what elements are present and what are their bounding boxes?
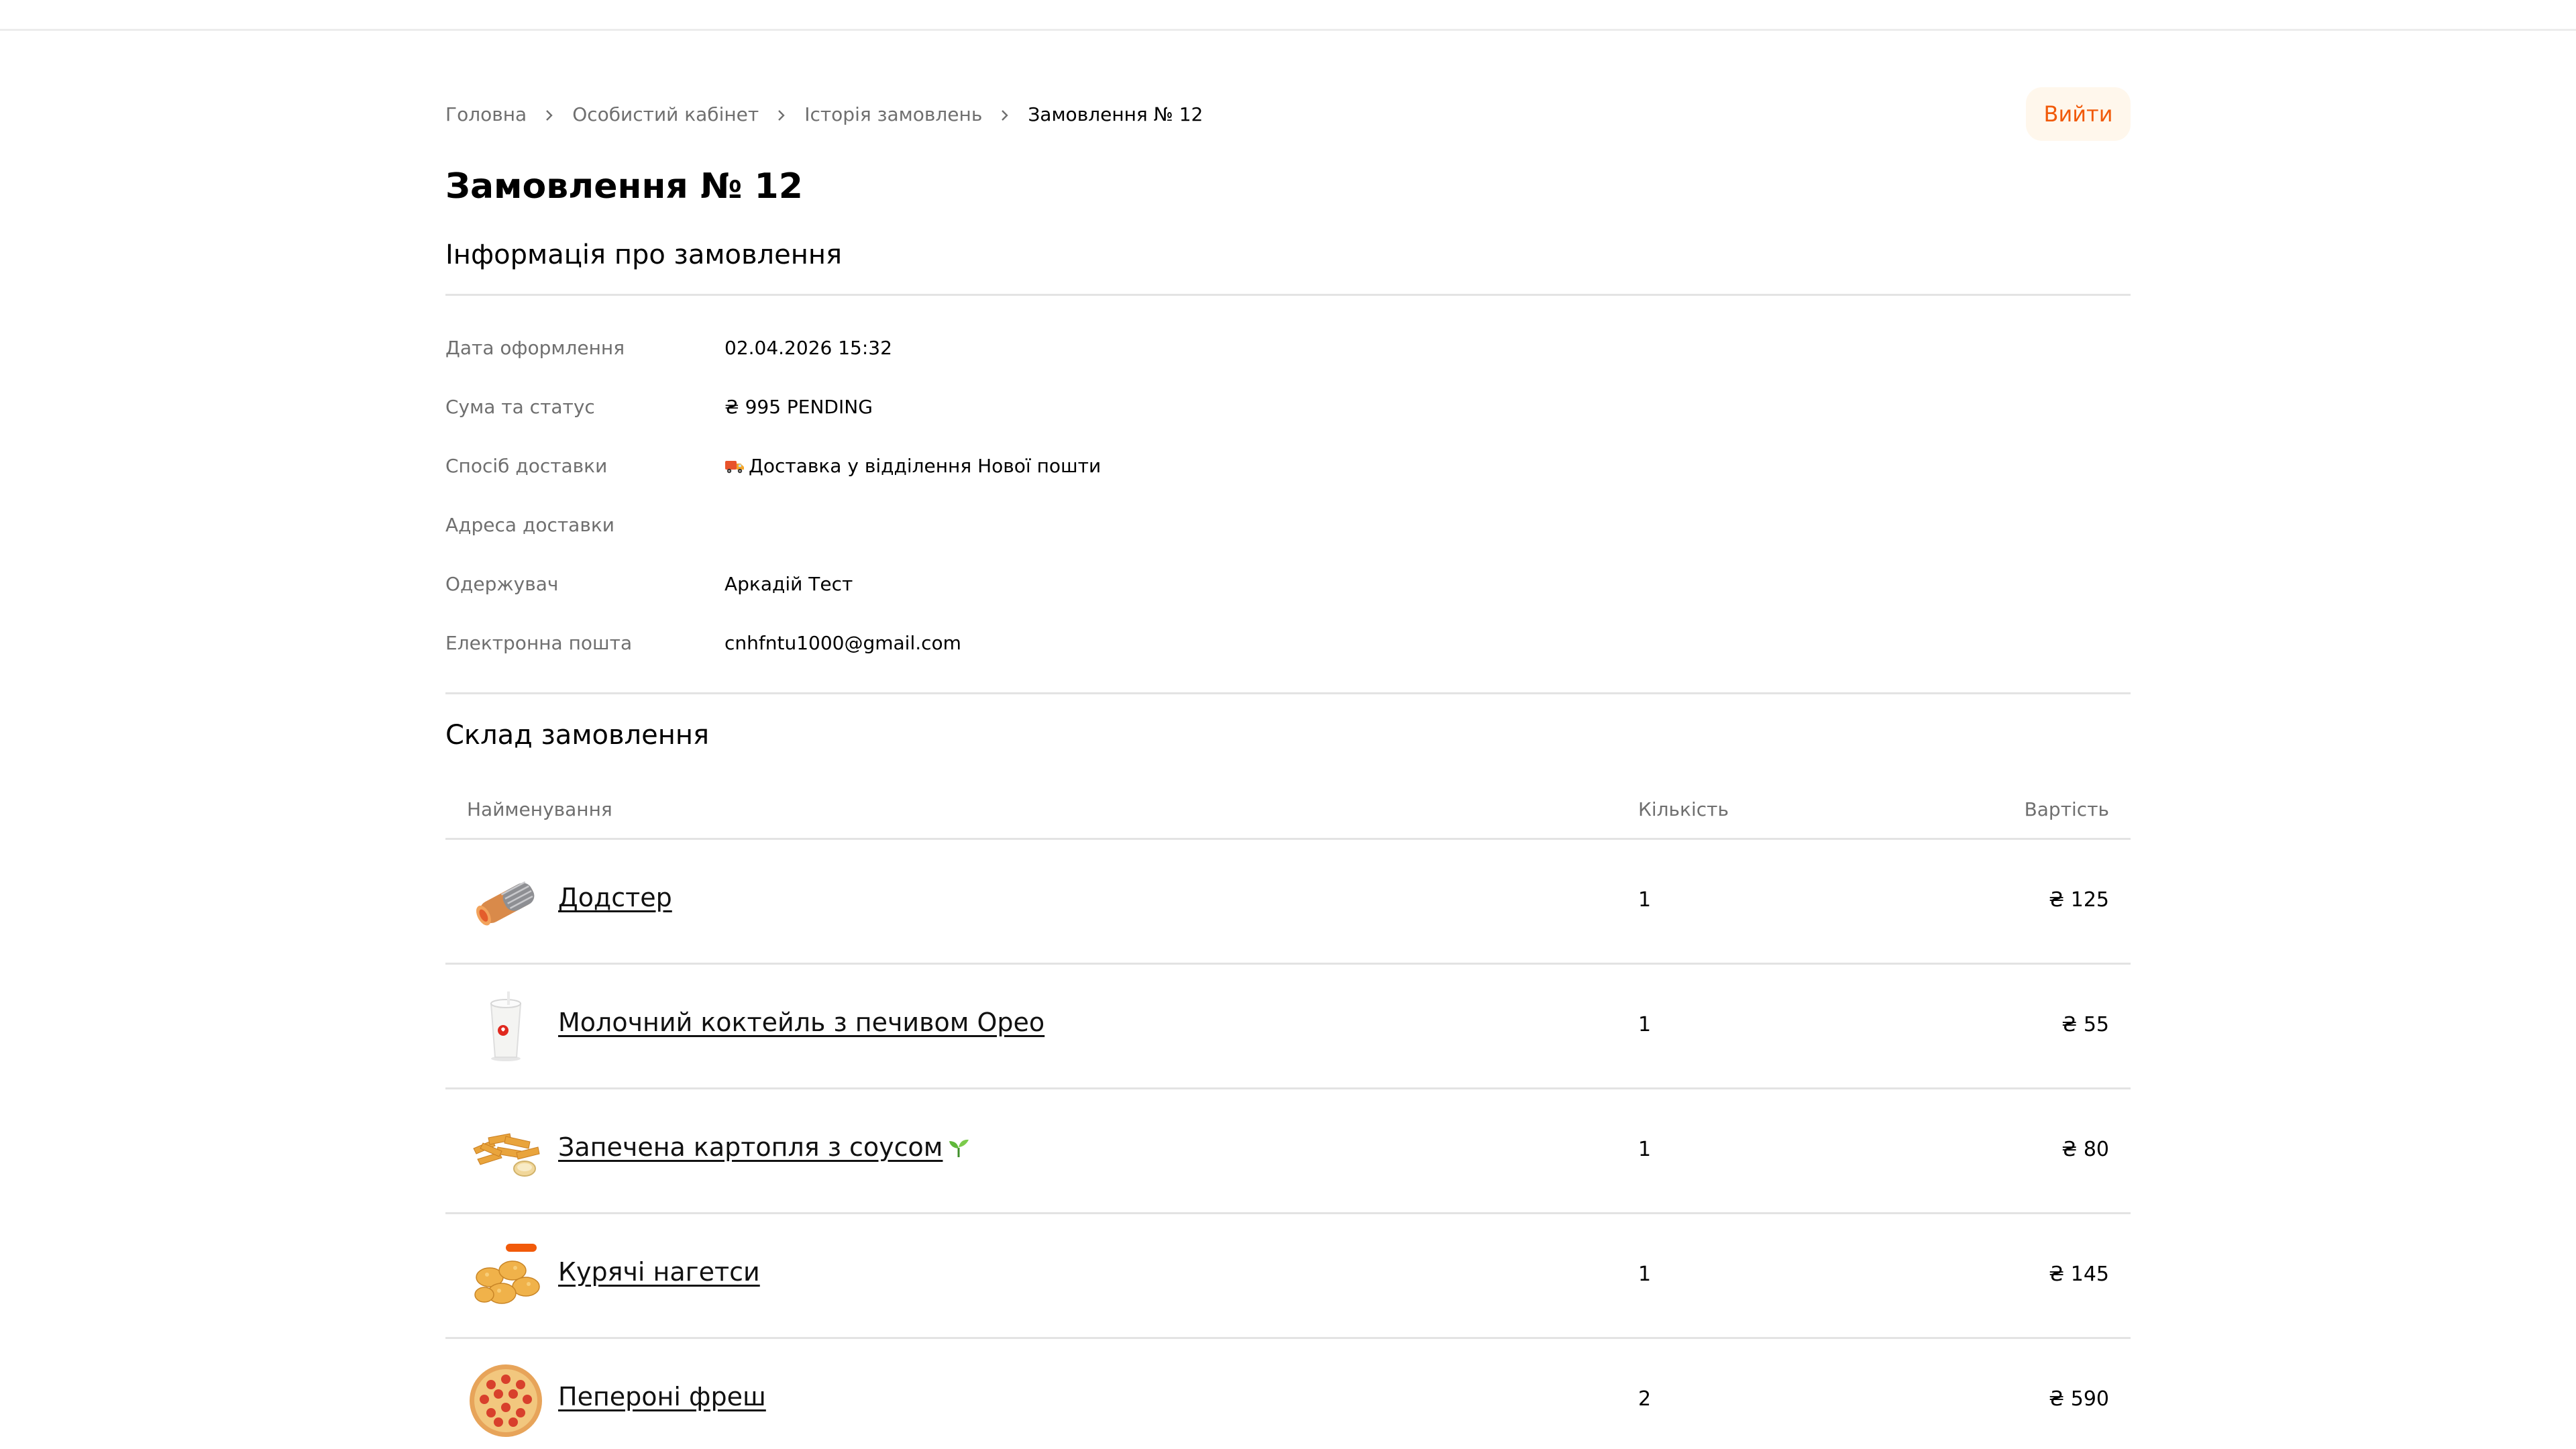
pizza-image bbox=[470, 1364, 542, 1437]
info-value: 02.04.2026 15:32 bbox=[724, 336, 892, 359]
delivery-method-text: Доставка у відділення Нової пошти bbox=[749, 454, 1102, 477]
breadcrumb-order-history[interactable]: Історія замовлень bbox=[804, 103, 982, 125]
info-label: Дата оформлення bbox=[445, 336, 625, 359]
item-price: ₴ 590 bbox=[2048, 1387, 2109, 1411]
info-row-address: Адреса доставки bbox=[445, 508, 2131, 541]
order-items-title: Склад замовлення bbox=[445, 720, 710, 751]
potato-image bbox=[473, 1133, 540, 1177]
table-row: Курячі нагетси 1 ₴ 145 bbox=[445, 1214, 2131, 1339]
info-value: ₴ 995 PENDING bbox=[724, 395, 873, 418]
info-row-total-status: Сума та статус ₴ 995 PENDING bbox=[445, 390, 2131, 423]
info-label: Сума та статус bbox=[445, 395, 595, 418]
item-qty: 1 bbox=[1638, 1138, 1652, 1161]
order-info-title: Інформація про замовлення bbox=[445, 239, 843, 270]
item-price: ₴ 80 bbox=[2061, 1138, 2109, 1161]
breadcrumb: Головна Особистий кабінет Історія замовл… bbox=[445, 99, 1203, 129]
column-header-qty: Кількість bbox=[1638, 798, 1729, 820]
milkshake-image bbox=[490, 991, 522, 1061]
info-row-delivery-method: Спосіб доставки Доставка у відділення Но… bbox=[445, 449, 2131, 482]
dodster-image bbox=[476, 881, 535, 926]
info-label: Спосіб доставки bbox=[445, 454, 608, 477]
product-link-nuggets[interactable]: Курячі нагетси bbox=[558, 1257, 760, 1287]
breadcrumb-current: Замовлення № 12 bbox=[1028, 103, 1203, 125]
item-price: ₴ 145 bbox=[2048, 1263, 2109, 1286]
info-row-recipient: Одержувач Аркадій Тест bbox=[445, 568, 2131, 600]
item-qty: 2 bbox=[1638, 1387, 1652, 1411]
item-price: ₴ 55 bbox=[2061, 1013, 2109, 1036]
chevron-right-icon bbox=[982, 103, 1028, 125]
product-link-dodster[interactable]: Додстер bbox=[558, 883, 672, 912]
items-table-header: Найменування Кількість Вартість bbox=[445, 784, 2131, 840]
info-label: Електронна пошта bbox=[445, 631, 633, 654]
table-row: Запечена картопля з соусом 1 ₴ 80 bbox=[445, 1089, 2131, 1214]
product-link-baked-potato[interactable]: Запечена картопля з соусом bbox=[558, 1132, 971, 1162]
chevron-right-icon bbox=[527, 103, 572, 125]
divider bbox=[445, 692, 2131, 694]
nuggets-image bbox=[474, 1244, 540, 1304]
divider bbox=[445, 294, 2131, 296]
info-label: Одержувач bbox=[445, 572, 559, 595]
column-header-name: Найменування bbox=[467, 798, 612, 820]
column-header-price: Вартість bbox=[2024, 798, 2109, 820]
item-qty: 1 bbox=[1638, 1263, 1652, 1286]
page-title: Замовлення № 12 bbox=[445, 166, 803, 207]
top-header-bar bbox=[0, 0, 2576, 31]
truck-icon bbox=[725, 460, 744, 473]
sprout-icon bbox=[949, 1139, 969, 1157]
chevron-right-icon bbox=[759, 103, 804, 125]
product-link-milkshake[interactable]: Молочний коктейль з печивом Орео bbox=[558, 1008, 1044, 1037]
table-row: Пепероні фреш 2 ₴ 590 bbox=[445, 1339, 2131, 1449]
item-price: ₴ 125 bbox=[2048, 888, 2109, 912]
info-value-delivery: Доставка у відділення Нової пошти bbox=[724, 455, 1101, 477]
logout-button[interactable]: Вийти bbox=[2026, 87, 2131, 141]
info-value: Аркадій Тест bbox=[724, 572, 853, 595]
table-row: Молочний коктейль з печивом Орео 1 ₴ 55 bbox=[445, 965, 2131, 1089]
item-qty: 1 bbox=[1638, 1013, 1652, 1036]
breadcrumb-home[interactable]: Головна bbox=[445, 103, 527, 125]
info-value: cnhfntu1000@gmail.com bbox=[724, 631, 961, 654]
breadcrumb-account[interactable]: Особистий кабінет bbox=[572, 103, 759, 125]
product-name: Запечена картопля з соусом bbox=[558, 1132, 943, 1162]
info-row-email: Електронна пошта cnhfntu1000@gmail.com bbox=[445, 627, 2131, 659]
item-qty: 1 bbox=[1638, 888, 1652, 912]
product-link-pepperoni[interactable]: Пепероні фреш bbox=[558, 1382, 766, 1411]
table-row: Додстер 1 ₴ 125 bbox=[445, 840, 2131, 965]
info-row-date: Дата оформлення 02.04.2026 15:32 bbox=[445, 331, 2131, 364]
info-label: Адреса доставки bbox=[445, 513, 614, 536]
